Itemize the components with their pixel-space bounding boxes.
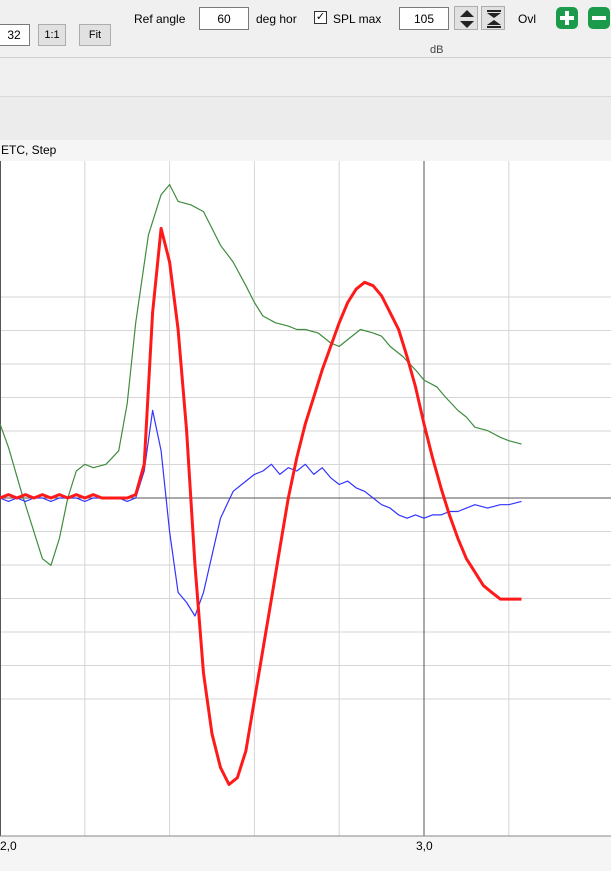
chart[interactable] (0, 0, 611, 871)
x-tick-label-2: 2,0 (0, 839, 17, 853)
x-tick-label-3: 3,0 (416, 839, 433, 853)
